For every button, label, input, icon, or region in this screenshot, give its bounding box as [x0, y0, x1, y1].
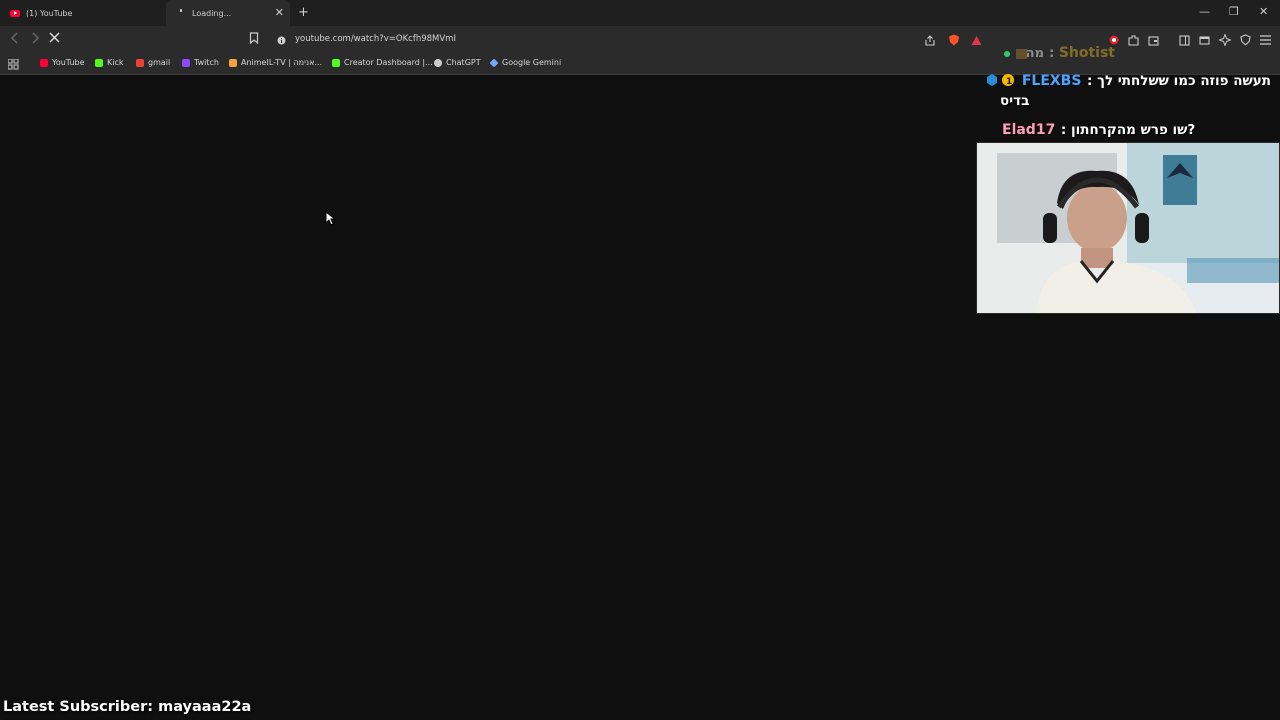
stop-icon: [49, 32, 60, 43]
restore-button[interactable]: ❐: [1229, 5, 1239, 18]
bookmark-chatgpt[interactable]: ChatGPT: [434, 58, 481, 67]
bookmark-gemini[interactable]: Google Gemini: [489, 57, 562, 68]
bookmark-label: Creator Dashboard |...: [344, 58, 433, 67]
chat-text: תעשה פוזה כמו ששלחתי לך: [1097, 73, 1271, 89]
tab-loading[interactable]: Loading... ✕: [166, 0, 290, 26]
tab-search-icon[interactable]: [1199, 35, 1210, 46]
chat-message: Elad17 : ?שו פרש מהקרחתון: [1002, 122, 1196, 138]
back-arrow-icon: [10, 32, 18, 44]
bookmark-twitch[interactable]: Twitch: [182, 58, 219, 67]
chat-message: מה : Shotist: [1025, 45, 1115, 61]
bookmark-icon: [249, 32, 259, 45]
kick-icon: [332, 58, 340, 67]
youtube-icon: [40, 58, 48, 67]
webcam-image: [977, 143, 1279, 313]
bookmark-label: gmail: [148, 58, 171, 67]
animeil-icon: [229, 58, 237, 67]
mouse-cursor-icon: [325, 211, 335, 226]
tab-strip: (1) YouTube Loading... ✕ + — ❐ ✕: [0, 0, 1280, 26]
chat-text: ?שו פרש מהקרחתון: [1071, 122, 1196, 138]
extensions-icon[interactable]: [1128, 34, 1139, 46]
menu-icon[interactable]: [1260, 35, 1271, 45]
bookmark-animeil[interactable]: AnimeIL-TV | אנימה...: [229, 58, 322, 67]
url-text: youtube.com/watch?v=OKcfh98MVmI: [295, 34, 456, 44]
chat-username: Elad17: [1002, 122, 1056, 138]
latest-subscriber-label: Latest Subscriber: mayaaa22a: [3, 699, 252, 715]
chat-text-continued: בדיס: [1000, 93, 1030, 109]
bookmark-label: Google Gemini: [502, 58, 562, 67]
bookmark-creator-dashboard[interactable]: Creator Dashboard |...: [332, 58, 433, 67]
chatgpt-icon: [434, 58, 442, 67]
bookmark-label: AnimeIL-TV | אנימה...: [241, 58, 323, 67]
kick-icon: [95, 58, 103, 67]
gmail-icon: [136, 58, 144, 67]
gemini-icon: [489, 57, 499, 68]
sub-badge-icon: 1: [987, 74, 1015, 87]
tab-label: Loading...: [192, 8, 232, 18]
bookmark-label: Kick: [107, 58, 124, 67]
brave-shield-icon[interactable]: [948, 34, 960, 46]
chat-badge-icon: [1004, 49, 1027, 59]
tab-youtube[interactable]: (1) YouTube: [0, 0, 165, 26]
bookmark-button[interactable]: [249, 32, 259, 48]
bookmark-label: Twitch: [194, 58, 219, 67]
stop-loading-button[interactable]: [49, 32, 60, 47]
apps-grid-icon[interactable]: [8, 59, 19, 70]
wallet-icon[interactable]: [1148, 35, 1159, 46]
bookmark-youtube[interactable]: YouTube: [40, 58, 85, 67]
close-window-button[interactable]: ✕: [1259, 5, 1268, 18]
loading-icon: [176, 8, 186, 18]
chat-username: Shotist: [1058, 45, 1115, 61]
new-tab-button[interactable]: +: [298, 5, 309, 20]
chat-message: 1 FLEXBS : תעשה פוזה כמו ששלחתי לך: [986, 70, 1271, 89]
brave-rewards-icon[interactable]: [971, 35, 982, 46]
leo-ai-icon[interactable]: [1219, 34, 1231, 46]
youtube-icon: [10, 9, 20, 17]
vpn-shield-icon[interactable]: [1240, 34, 1251, 46]
address-bar[interactable]: youtube.com/watch?v=OKcfh98MVmI: [270, 29, 990, 51]
minimize-button[interactable]: —: [1199, 5, 1210, 18]
sidebar-icon[interactable]: [1179, 34, 1190, 46]
back-button[interactable]: [10, 32, 20, 48]
bookmark-kick[interactable]: Kick: [95, 58, 124, 67]
forward-arrow-icon: [32, 32, 40, 44]
tab-label: (1) YouTube: [26, 8, 73, 18]
chat-username: FLEXBS: [1021, 73, 1082, 89]
site-info-icon[interactable]: [277, 36, 286, 45]
chat-badges: [1002, 45, 1032, 64]
forward-button[interactable]: [30, 32, 40, 48]
bookmark-label: YouTube: [52, 58, 85, 67]
bookmark-gmail[interactable]: gmail: [136, 58, 170, 67]
close-tab-icon[interactable]: ✕: [275, 6, 284, 20]
twitch-icon: [182, 58, 190, 67]
share-icon[interactable]: [925, 34, 936, 46]
svg-text:1: 1: [1006, 77, 1012, 87]
webcam-feed: [976, 142, 1280, 314]
bookmark-label: ChatGPT: [446, 58, 481, 67]
